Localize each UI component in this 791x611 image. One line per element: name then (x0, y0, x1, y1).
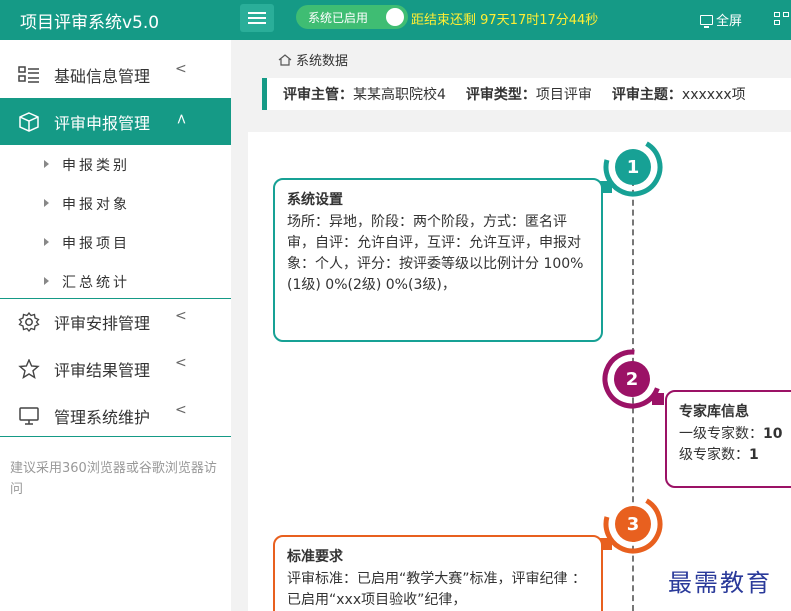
review-info-bar: 评审主管： 某某高职院校4 评审类型： 项目评审 评审主题： xxxxxx项 (262, 78, 791, 110)
sidebar-item-basic-info[interactable]: 基础信息管理 < (0, 51, 231, 98)
expert-level1-row: 一级专家数：10 (679, 424, 791, 445)
sidebar-item-review-schedule[interactable]: 评审安排管理 < (0, 298, 231, 345)
step-number: 1 (615, 149, 651, 185)
card-corner (652, 393, 664, 405)
caret-right-icon (44, 160, 49, 168)
director-value: 某某高职院校4 (353, 87, 446, 103)
expert-level2-row: 级专家数：1 (679, 445, 791, 466)
breadcrumb: 系统数据 (278, 50, 348, 69)
system-settings-card: 系统设置 场所：异地，阶段：两个阶段，方式：匿名评审，自评：允许自评，互评：允许… (273, 178, 603, 342)
caret-right-icon (44, 238, 49, 246)
sidebar-item-review-result[interactable]: 评审结果管理 < (0, 345, 231, 392)
sidebar-item-label: 评审结果管理 (54, 360, 151, 380)
chevron-left-icon: < (175, 355, 187, 371)
submenu-item-summary[interactable]: 汇总统计 (0, 262, 231, 301)
step-number: 3 (615, 506, 651, 542)
card-title: 标准要求 (287, 549, 343, 565)
sidebar-item-label: 基础信息管理 (54, 66, 151, 86)
system-status-toggle[interactable]: 系统已启用 (296, 5, 408, 29)
grid-icon[interactable] (774, 12, 791, 26)
monitor-icon (19, 407, 39, 425)
expert-level2-value: 1 (749, 447, 759, 463)
type-key: 评审类型： (465, 87, 536, 103)
expert-level1-key: 一级专家数： (679, 426, 763, 442)
card-title: 专家库信息 (679, 404, 749, 420)
standard-requirements-card: 标准要求 评审标准：已启用“教学大赛”标准，评审纪律 ：已启用“xxx项目验收”… (273, 535, 603, 611)
star-icon (18, 359, 40, 379)
submenu-item-label: 申报项目 (62, 236, 130, 252)
submenu-item-project[interactable]: 申报项目 (0, 223, 231, 262)
breadcrumb-label[interactable]: 系统数据 (296, 50, 348, 69)
chevron-left-icon: < (175, 61, 187, 77)
card-title: 系统设置 (287, 192, 343, 208)
app-title: 项目评审系统v5.0 (20, 13, 160, 33)
card-body: 评审标准：已启用“教学大赛”标准，评审纪律 ：已启用“xxx项目验收”纪律， (287, 571, 586, 608)
chevron-left-icon: < (175, 402, 187, 418)
expert-level2-key: 级专家数： (679, 447, 749, 463)
submenu-item-category[interactable]: 申报类别 (0, 145, 231, 184)
sidebar-item-label: 评审申报管理 (54, 113, 151, 133)
submenu-item-object[interactable]: 申报对象 (0, 184, 231, 223)
gear-icon (18, 312, 40, 332)
expert-pool-card: 专家库信息 一级专家数：10 级专家数：1 (665, 390, 791, 488)
box-icon (19, 112, 39, 132)
home-icon[interactable] (278, 53, 292, 66)
top-bar: 项目评审系统v5.0 系统已启用 距结束还剩 97天17时17分44秒 全屏 (0, 0, 791, 40)
theme-key: 评审主题： (611, 87, 682, 103)
caret-right-icon (44, 199, 49, 207)
sidebar-item-label: 评审安排管理 (54, 313, 151, 333)
list-icon (18, 66, 39, 83)
submenu-item-label: 申报对象 (62, 197, 130, 213)
system-status-label: 系统已启用 (308, 10, 369, 25)
type-value: 项目评审 (535, 87, 592, 103)
chevron-left-icon: < (175, 308, 187, 324)
chevron-down-icon: < (172, 113, 189, 125)
fullscreen-button[interactable]: 全屏 (700, 10, 742, 29)
caret-right-icon (44, 277, 49, 285)
director-key: 评审主管： (283, 87, 353, 103)
watermark-logo: 最需教育 (668, 569, 772, 597)
step-number: 2 (614, 361, 650, 397)
expert-level1-value: 10 (763, 426, 783, 442)
sidebar-item-label: 管理系统维护 (54, 407, 151, 427)
submenu-item-label: 汇总统计 (62, 275, 130, 291)
submenu-item-label: 申报类别 (62, 158, 130, 174)
fullscreen-label: 全屏 (716, 14, 743, 29)
theme-value: xxxxxx项 (681, 87, 746, 103)
sidebar: 基础信息管理 < 评审申报管理 < 申报类别 申报对象 申报项目 汇总统计 评审… (0, 40, 231, 611)
countdown-text: 距结束还剩 97天17时17分44秒 (411, 13, 599, 28)
toggle-knob (386, 8, 404, 26)
card-body: 场所：异地，阶段：两个阶段，方式：匿名评审，自评：允许自评，互评：允许互评，申报… (287, 214, 584, 293)
menu-toggle-button[interactable] (240, 4, 274, 32)
browser-hint: 建议采用360浏览器或谷歌浏览器访问 (10, 461, 217, 497)
sidebar-item-review-declare[interactable]: 评审申报管理 < (0, 98, 231, 145)
sidebar-divider (0, 436, 231, 437)
sidebar-item-system-maintenance[interactable]: 管理系统维护 < (0, 392, 231, 439)
monitor-icon (700, 14, 713, 28)
